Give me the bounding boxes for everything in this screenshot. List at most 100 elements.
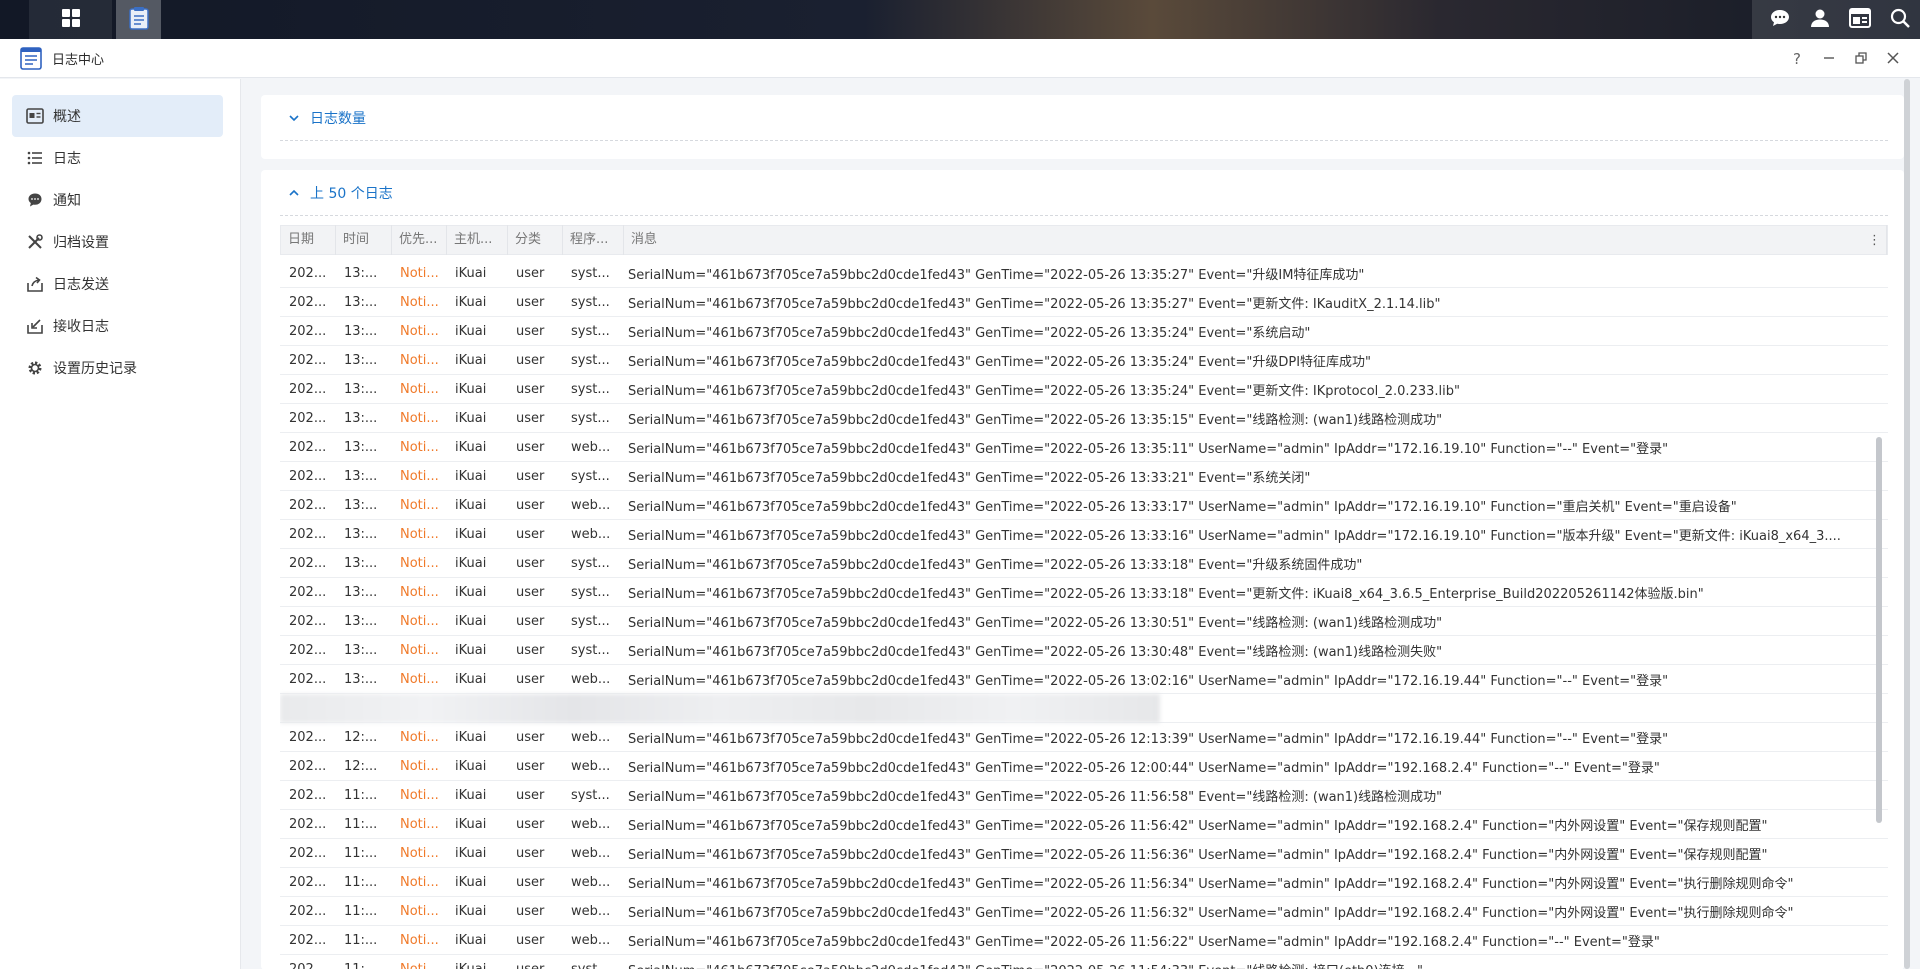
table-row[interactable]: 202... 13:... Noti... iKuai user syst... Seria… <box>280 346 1888 375</box>
cell-date: 202... <box>289 816 327 832</box>
cell-host: iKuai <box>455 381 487 397</box>
column-header-priority[interactable]: 优先... <box>392 225 447 255</box>
table-row[interactable]: 202... 11:... Noti... iKuai user syst... Seria… <box>280 955 1888 969</box>
window-controls: ? <box>1788 39 1902 78</box>
table-row[interactable]: 202... 13:... Noti... iKuai user syst... Seria… <box>280 578 1888 607</box>
cell-date: 202... <box>289 410 327 426</box>
sidebar-item-settings-history[interactable]: 设置历史记录 <box>12 347 223 389</box>
notification-icon <box>26 191 44 209</box>
cell-message: SerialNum="461b673f705ce7a59bbc2d0cde1fe… <box>628 383 1460 399</box>
table-row[interactable]: 202... 13:... Noti... iKuai user web... Serial… <box>280 491 1888 520</box>
cell-program: web... <box>571 903 611 919</box>
table-row[interactable]: 202... 13:... Noti... iKuai user web... Serial… <box>280 520 1888 549</box>
table-row[interactable]: 202... 12:... Noti... iKuai user web... Serial… <box>280 723 1888 752</box>
table-row[interactable]: 202... 11:... Noti... iKuai user web... Serial… <box>280 839 1888 868</box>
log-count-header[interactable]: 日志数量 <box>280 95 1888 141</box>
table-row[interactable]: 202... 13:... Noti... iKuai user syst... Seria… <box>280 636 1888 665</box>
restore-button[interactable] <box>1852 50 1870 68</box>
table-row[interactable]: 202... 11:... Noti... iKuai user web... Serial… <box>280 926 1888 955</box>
table-row[interactable]: 202... 11:... Noti... iKuai user web... Serial… <box>280 897 1888 926</box>
cell-host: iKuai <box>455 845 487 861</box>
search-button[interactable] <box>1880 0 1920 39</box>
taskbar-log-center-button[interactable] <box>116 0 161 39</box>
chevron-down-icon <box>288 112 300 124</box>
table-row[interactable]: 202... 12:... Noti... iKuai user web... Serial… <box>280 752 1888 781</box>
sidebar-item-label: 日志发送 <box>53 277 109 293</box>
column-header-message[interactable]: 消息 <box>624 225 1887 255</box>
help-button[interactable]: ? <box>1788 50 1806 68</box>
cell-date: 202... <box>289 932 327 948</box>
column-header-time[interactable]: 时间 <box>336 225 392 255</box>
export-icon <box>26 275 44 293</box>
window-titlebar[interactable]: 日志中心 ? <box>0 39 1920 78</box>
cell-program: web... <box>571 816 611 832</box>
cell-host: iKuai <box>455 816 487 832</box>
cell-priority: Noti... <box>400 845 439 861</box>
user-button[interactable] <box>1800 0 1840 39</box>
cell-host: iKuai <box>455 729 487 745</box>
cell-program: web... <box>571 729 611 745</box>
sidebar-item-log-sending[interactable]: 日志发送 <box>12 263 223 305</box>
recent-logs-header[interactable]: 上 50 个日志 <box>280 170 1888 216</box>
minimize-button[interactable] <box>1820 50 1838 68</box>
cell-message: SerialNum="461b673f705ce7a59bbc2d0cde1fe… <box>628 876 1794 892</box>
cell-host: iKuai <box>455 265 487 281</box>
chat-button[interactable] <box>1760 0 1800 39</box>
cell-host: iKuai <box>455 671 487 687</box>
cell-date: 202... <box>289 468 327 484</box>
cell-time: 13:... <box>344 323 378 339</box>
sidebar-item-overview[interactable]: 概述 <box>12 95 223 137</box>
cell-priority: Noti... <box>400 468 439 484</box>
table-row[interactable]: 202... 13:... Noti... iKuai user syst... Seria… <box>280 259 1888 288</box>
table-row[interactable]: 202... 11:... Noti... iKuai user web... Serial… <box>280 868 1888 897</box>
cell-program: web... <box>571 526 611 542</box>
cell-category: user <box>516 497 545 513</box>
cell-message: SerialNum="461b673f705ce7a59bbc2d0cde1fe… <box>628 267 1365 283</box>
column-header-date[interactable]: 日期 <box>281 225 336 255</box>
cell-priority: Noti... <box>400 642 439 658</box>
column-menu-icon[interactable]: ⋮ <box>1868 226 1881 256</box>
table-row[interactable]: 202... 13:... Noti... iKuai user syst... Seria… <box>280 288 1888 317</box>
cell-time: 13:... <box>344 468 378 484</box>
cell-message: SerialNum="461b673f705ce7a59bbc2d0cde1fe… <box>628 412 1443 428</box>
table-row[interactable]: 202... 13:... Noti... iKuai user syst... Seria… <box>280 317 1888 346</box>
sidebar-item-notifications[interactable]: 通知 <box>12 179 223 221</box>
table-row[interactable]: 202... 13:... Noti... iKuai user web... Serial… <box>280 433 1888 462</box>
cell-category: user <box>516 729 545 745</box>
sidebar-item-receive-logs[interactable]: 接收日志 <box>12 305 223 347</box>
cell-message: SerialNum="461b673f705ce7a59bbc2d0cde1fe… <box>628 615 1443 631</box>
cell-priority: Noti... <box>400 439 439 455</box>
table-row[interactable]: 202... 13:... Noti... iKuai user syst... Seria… <box>280 375 1888 404</box>
table-scrollbar[interactable] <box>1876 437 1882 823</box>
cell-host: iKuai <box>455 642 487 658</box>
cell-time: 11:... <box>344 816 378 832</box>
cell-message: SerialNum="461b673f705ce7a59bbc2d0cde1fe… <box>628 731 1669 747</box>
table-row[interactable]: 202... 13:... Noti... iKuai user syst... Seria… <box>280 549 1888 578</box>
table-row[interactable]: 202... 11:... Noti... iKuai user web... Serial… <box>280 810 1888 839</box>
cell-program: syst... <box>571 468 610 484</box>
sidebar-item-logs[interactable]: 日志 <box>12 137 223 179</box>
cell-host: iKuai <box>455 758 487 774</box>
cell-priority: Noti... <box>400 555 439 571</box>
cell-message: SerialNum="461b673f705ce7a59bbc2d0cde1fe… <box>628 325 1311 341</box>
table-row[interactable]: 202... 13:... Noti... iKuai user syst... Seria… <box>280 404 1888 433</box>
column-header-host[interactable]: 主机... <box>447 225 508 255</box>
column-header-category[interactable]: 分类 <box>508 225 563 255</box>
cell-message: SerialNum="461b673f705ce7a59bbc2d0cde1fe… <box>628 470 1311 486</box>
cell-message: SerialNum="461b673f705ce7a59bbc2d0cde1fe… <box>628 760 1660 776</box>
table-row[interactable]: 202... 11:... Noti... iKuai user syst... Seria… <box>280 781 1888 810</box>
cell-category: user <box>516 526 545 542</box>
cell-priority: Noti... <box>400 903 439 919</box>
cell-message: SerialNum="461b673f705ce7a59bbc2d0cde1fe… <box>628 499 1737 515</box>
close-button[interactable] <box>1884 50 1902 68</box>
cell-program: web... <box>571 845 611 861</box>
table-row[interactable]: 202... 13:... Noti... iKuai user web... Serial… <box>280 665 1888 694</box>
cell-category: user <box>516 613 545 629</box>
widgets-button[interactable] <box>1840 0 1880 39</box>
page-scrollbar[interactable] <box>1904 79 1910 969</box>
sidebar-item-archive-settings[interactable]: 归档设置 <box>12 221 223 263</box>
table-row[interactable]: 202... 13:... Noti... iKuai user syst... Seria… <box>280 607 1888 636</box>
main-menu-button[interactable] <box>29 0 112 39</box>
column-header-program[interactable]: 程序... <box>563 225 624 255</box>
table-row[interactable]: 202... 13:... Noti... iKuai user syst... Seria… <box>280 462 1888 491</box>
